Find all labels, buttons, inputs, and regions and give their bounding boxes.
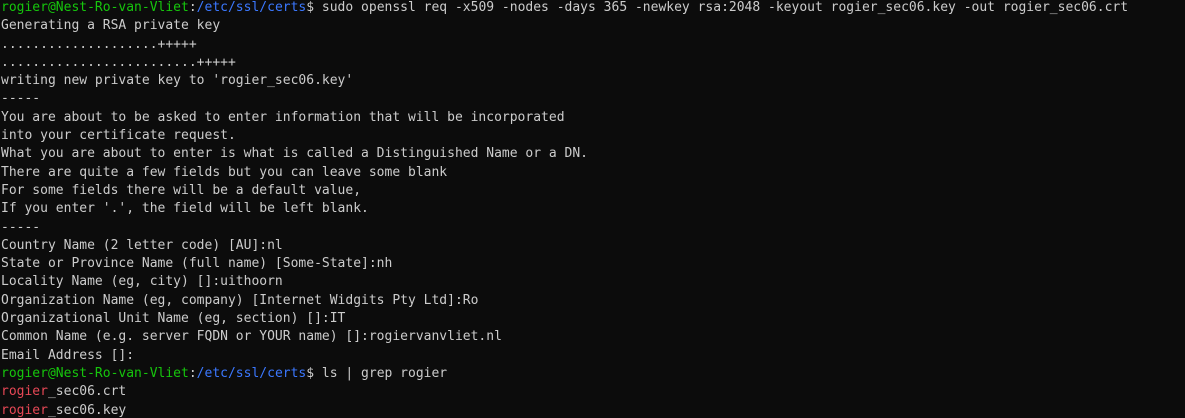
ls-result-crt: rogier_sec06.crt <box>1 383 1128 401</box>
output-line: State or Province Name (full name) [Some… <box>1 256 393 272</box>
prompt-separator: : <box>188 365 197 381</box>
prompt-symbol: $ <box>306 0 322 15</box>
file-suffix: _sec06.key <box>47 402 127 418</box>
output-line: into your certificate request. <box>1 128 236 144</box>
output-line: .........................+++++ <box>1 54 236 70</box>
prompt-cwd: /etc/ssl/certs <box>196 365 307 381</box>
prompt-line-openssl: rogier@Nest-Ro-van-Vliet:/etc/ssl/certs$… <box>1 0 1128 17</box>
terminal-window[interactable]: rogier@Nest-Ro-van-Vliet:/etc/ssl/certs$… <box>0 0 1185 418</box>
output-line: Organizational Unit Name (eg, section) [… <box>1 311 346 327</box>
output-line: Common Name (e.g. server FQDN or YOUR na… <box>1 329 502 345</box>
grep-match: rogier <box>1 384 48 400</box>
prompt-line-ls: rogier@Nest-Ro-van-Vliet:/etc/ssl/certs$… <box>1 365 1128 383</box>
output-line: ----- <box>1 219 41 235</box>
output-line: If you enter '.', the field will be left… <box>1 201 369 217</box>
terminal-output: rogier@Nest-Ro-van-Vliet:/etc/ssl/certs$… <box>1 0 1128 418</box>
file-suffix: _sec06.crt <box>47 384 127 400</box>
command-ls: ls | grep rogier <box>321 365 448 381</box>
output-line: Country Name (2 letter code) [AU]:nl <box>1 237 283 253</box>
output-line: There are quite a few fields but you can… <box>1 164 448 180</box>
ls-result-key: rogier_sec06.key <box>1 402 1128 418</box>
output-line: ....................+++++ <box>1 36 197 52</box>
output-line: writing new private key to 'rogier_sec06… <box>1 73 354 89</box>
output-line: Locality Name (eg, city) []:uithoorn <box>1 274 283 290</box>
output-line: What you are about to enter is what is c… <box>1 146 588 162</box>
prompt-user-host: rogier@Nest-Ro-van-Vliet <box>1 0 189 15</box>
grep-match: rogier <box>1 402 48 418</box>
output-line: Email Address []: <box>1 347 135 363</box>
output-line: You are about to be asked to enter infor… <box>1 109 565 125</box>
command-openssl: sudo openssl req -x509 -nodes -days 365 … <box>321 0 1129 15</box>
output-line: ----- <box>1 91 41 107</box>
prompt-user-host: rogier@Nest-Ro-van-Vliet <box>1 365 189 381</box>
output-line: Generating a RSA private key <box>1 18 221 34</box>
prompt-symbol: $ <box>306 365 322 381</box>
prompt-separator: : <box>188 0 197 15</box>
output-line: Organization Name (eg, company) [Interne… <box>1 292 479 308</box>
prompt-cwd: /etc/ssl/certs <box>196 0 307 15</box>
output-line: For some fields there will be a default … <box>1 182 362 198</box>
